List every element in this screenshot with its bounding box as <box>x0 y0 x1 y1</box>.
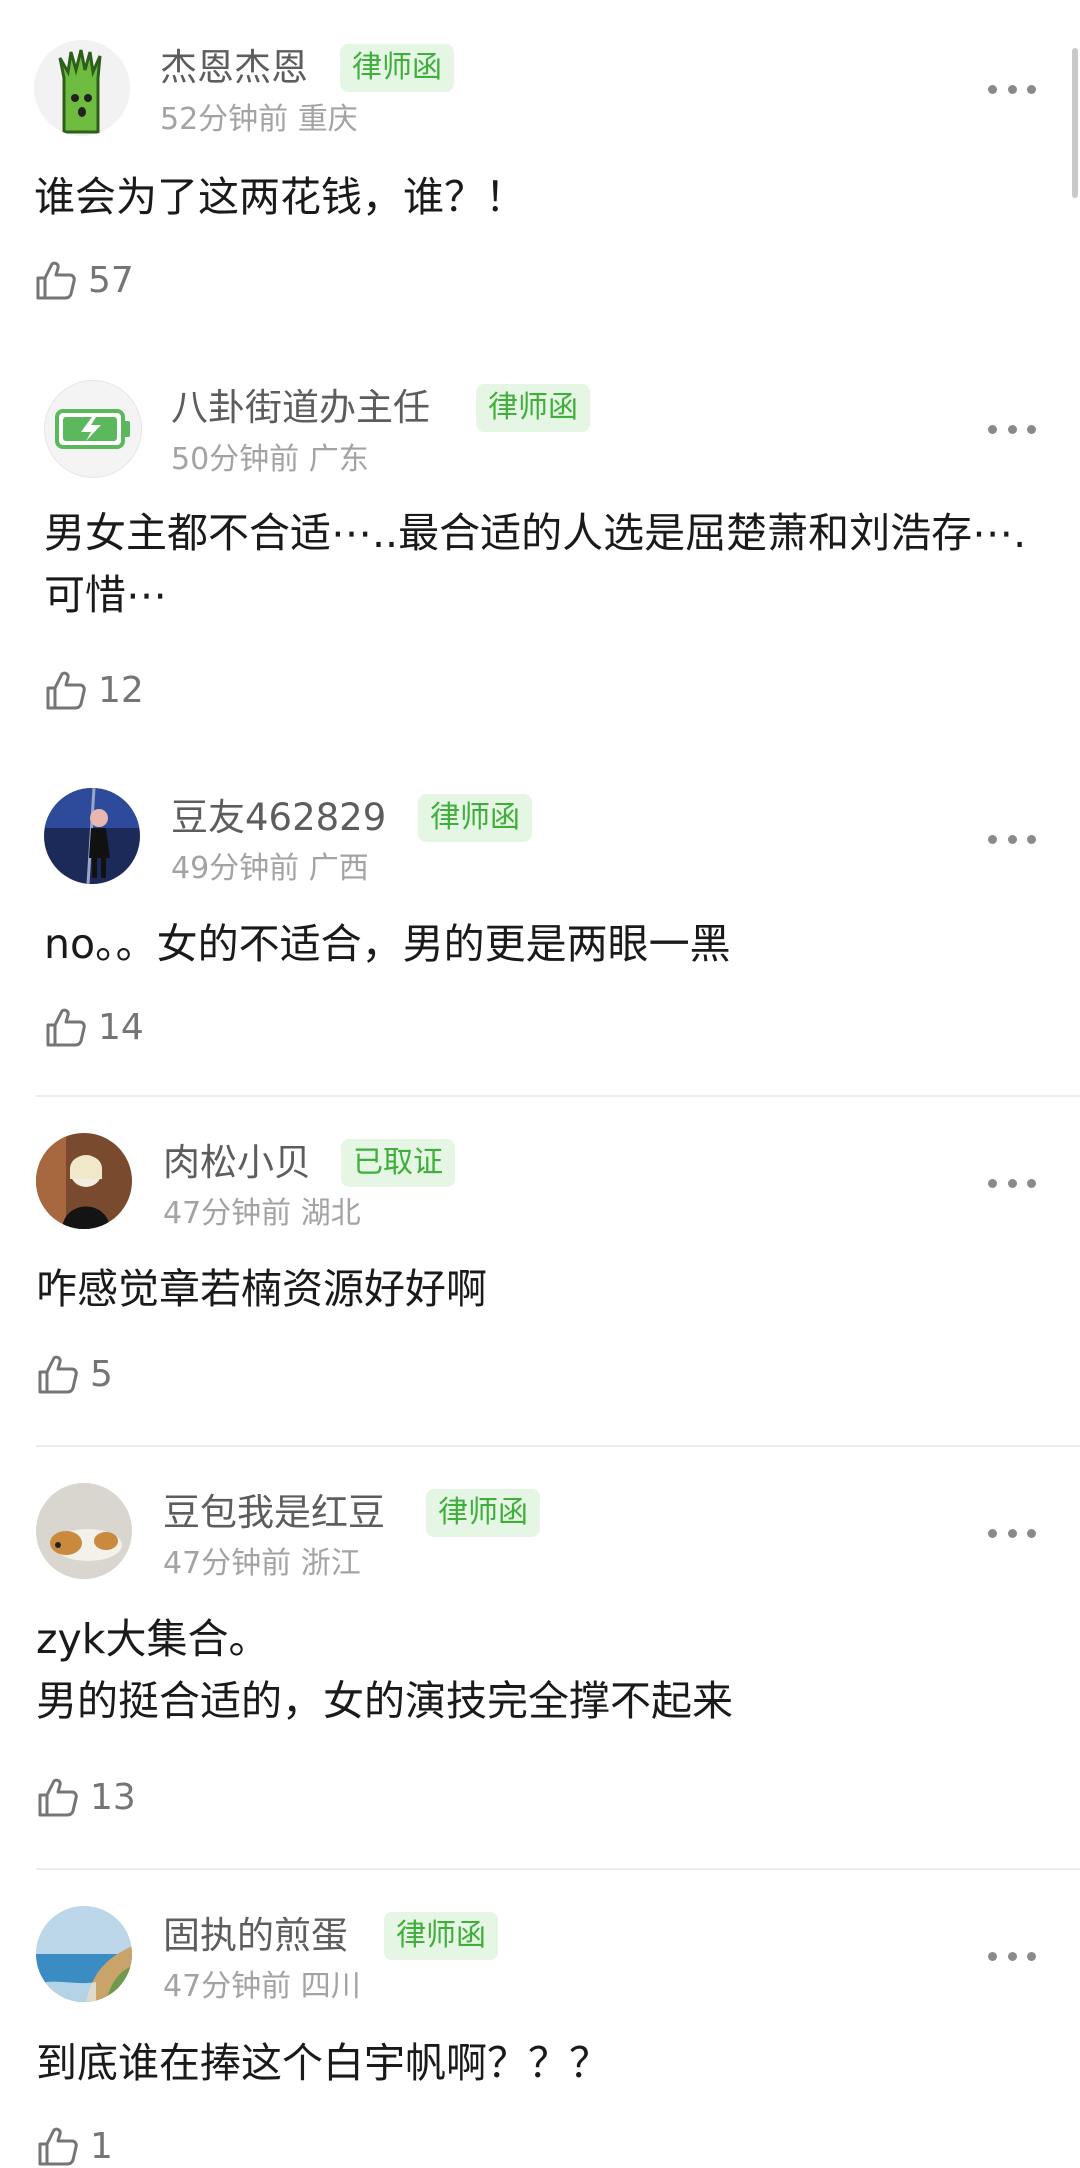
username[interactable]: 豆包我是红豆 <box>163 1490 385 1536</box>
more-dots-icon <box>988 834 997 844</box>
like-button[interactable]: 14 <box>44 1005 144 1049</box>
like-count: 1 <box>90 2125 113 2167</box>
comment-location: 重庆 <box>297 102 358 137</box>
photo-avatar <box>36 1133 132 1229</box>
thumbs-up-icon <box>46 671 86 710</box>
thumbs-up-icon <box>38 2127 78 2166</box>
status-badge: 律师函 <box>384 1912 498 1960</box>
comment-text: zyk大集合。 男的挺合适的，女的演技完全撑不起来 <box>36 1615 733 1725</box>
comment-time: 49分钟前 <box>171 851 300 886</box>
divider <box>36 1445 1080 1447</box>
dog-photo-avatar <box>36 1483 132 1579</box>
more-options-button[interactable] <box>988 832 1036 846</box>
comment-time: 50分钟前 <box>171 442 300 477</box>
comment-meta: 47分钟前 四川 <box>163 1968 361 2006</box>
more-dots-icon <box>988 424 997 434</box>
comment-text: no。。女的不适合，男的更是两眼一黑 <box>44 920 731 968</box>
more-dots-icon <box>988 1178 997 1188</box>
user-avatar[interactable] <box>36 1906 132 2002</box>
more-dots-icon <box>988 1528 997 1538</box>
comment-text: 男女主都不合适⋯..最合适的人选是屈楚萧和刘浩存⋯.可惜⋯ <box>44 509 1027 619</box>
more-dots-icon <box>988 84 997 94</box>
like-button[interactable]: 1 <box>36 2124 113 2168</box>
thumbs-up-icon <box>36 261 76 300</box>
status-badge: 律师函 <box>340 44 454 92</box>
comment-location: 广东 <box>308 442 369 477</box>
username[interactable]: 肉松小贝 <box>163 1140 311 1186</box>
username[interactable]: 八卦街道办主任 <box>171 385 430 431</box>
user-avatar[interactable] <box>34 40 130 136</box>
comment-location: 湖北 <box>300 1196 361 1231</box>
seaside-painting-avatar <box>36 1906 132 2002</box>
comment-location: 浙江 <box>300 1546 361 1581</box>
comment-meta: 50分钟前 广东 <box>171 441 369 479</box>
like-count: 12 <box>98 669 144 711</box>
username[interactable]: 固执的煎蛋 <box>163 1913 348 1959</box>
comment-location: 四川 <box>300 1969 361 2004</box>
user-avatar[interactable] <box>44 380 142 478</box>
user-avatar[interactable] <box>36 1133 132 1229</box>
scrollbar[interactable] <box>1072 48 1078 198</box>
username[interactable]: 杰恩杰恩 <box>160 45 308 91</box>
status-badge: 律师函 <box>418 794 532 842</box>
comment-text: 咋感觉章若楠资源好好啊 <box>36 1265 487 1313</box>
more-options-button[interactable] <box>988 1526 1036 1540</box>
photo-avatar <box>44 788 140 884</box>
comment-text: 到底谁在捧这个白宇帆啊？？？ <box>36 2039 610 2087</box>
more-options-button[interactable] <box>988 1176 1036 1190</box>
comment-meta: 52分钟前 重庆 <box>160 101 358 139</box>
more-options-button[interactable] <box>988 1949 1036 1963</box>
comment-time: 47分钟前 <box>163 1969 292 2004</box>
like-count: 14 <box>98 1006 144 1048</box>
like-button[interactable]: 57 <box>34 258 134 302</box>
comment-time: 52分钟前 <box>160 102 289 137</box>
status-badge: 已取证 <box>341 1139 455 1187</box>
like-count: 13 <box>90 1776 136 1818</box>
comment-meta: 49分钟前 广西 <box>171 850 369 888</box>
thumbs-up-icon <box>38 1778 78 1817</box>
comment-time: 47分钟前 <box>163 1546 292 1581</box>
more-options-button[interactable] <box>988 82 1036 96</box>
like-button[interactable]: 5 <box>36 1352 113 1396</box>
comment-text: 谁会为了这两花钱，谁？！ <box>34 173 526 221</box>
more-options-button[interactable] <box>988 422 1036 436</box>
comment-meta: 47分钟前 浙江 <box>163 1545 361 1583</box>
comment-meta: 47分钟前 湖北 <box>163 1195 361 1233</box>
charging-battery-icon <box>55 409 130 449</box>
user-avatar[interactable] <box>36 1483 132 1579</box>
like-count: 5 <box>90 1353 113 1395</box>
comment-location: 广西 <box>308 851 369 886</box>
comment-time: 47分钟前 <box>163 1196 292 1231</box>
like-button[interactable]: 13 <box>36 1775 136 1819</box>
status-badge: 律师函 <box>476 384 590 432</box>
divider <box>36 1095 1080 1097</box>
cactus-avatar-icon <box>34 40 130 136</box>
thumbs-up-icon <box>38 1355 78 1394</box>
like-button[interactable]: 12 <box>44 668 144 712</box>
more-dots-icon <box>988 1951 997 1961</box>
username[interactable]: 豆友462829 <box>171 795 386 841</box>
user-avatar[interactable] <box>44 788 140 884</box>
divider <box>36 1868 1080 1870</box>
status-badge: 律师函 <box>426 1489 540 1537</box>
like-count: 57 <box>88 259 134 301</box>
thumbs-up-icon <box>46 1008 86 1047</box>
